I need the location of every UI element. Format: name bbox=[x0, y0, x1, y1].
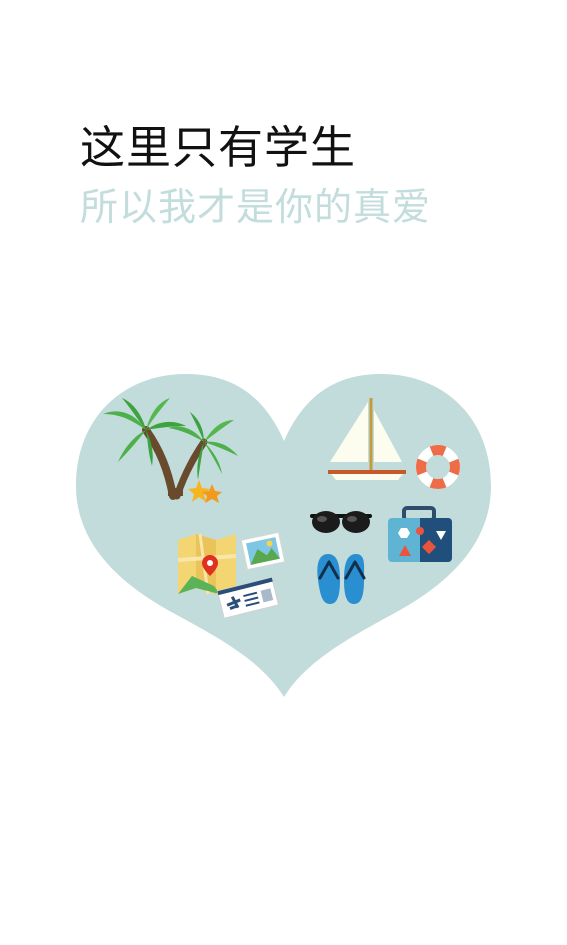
onboarding-headline: 这里只有学生 bbox=[80, 121, 357, 174]
travel-heart-illustration bbox=[76, 374, 491, 697]
onboarding-subline: 所以我才是你的真爱 bbox=[80, 185, 432, 229]
map-icon bbox=[177, 533, 237, 595]
